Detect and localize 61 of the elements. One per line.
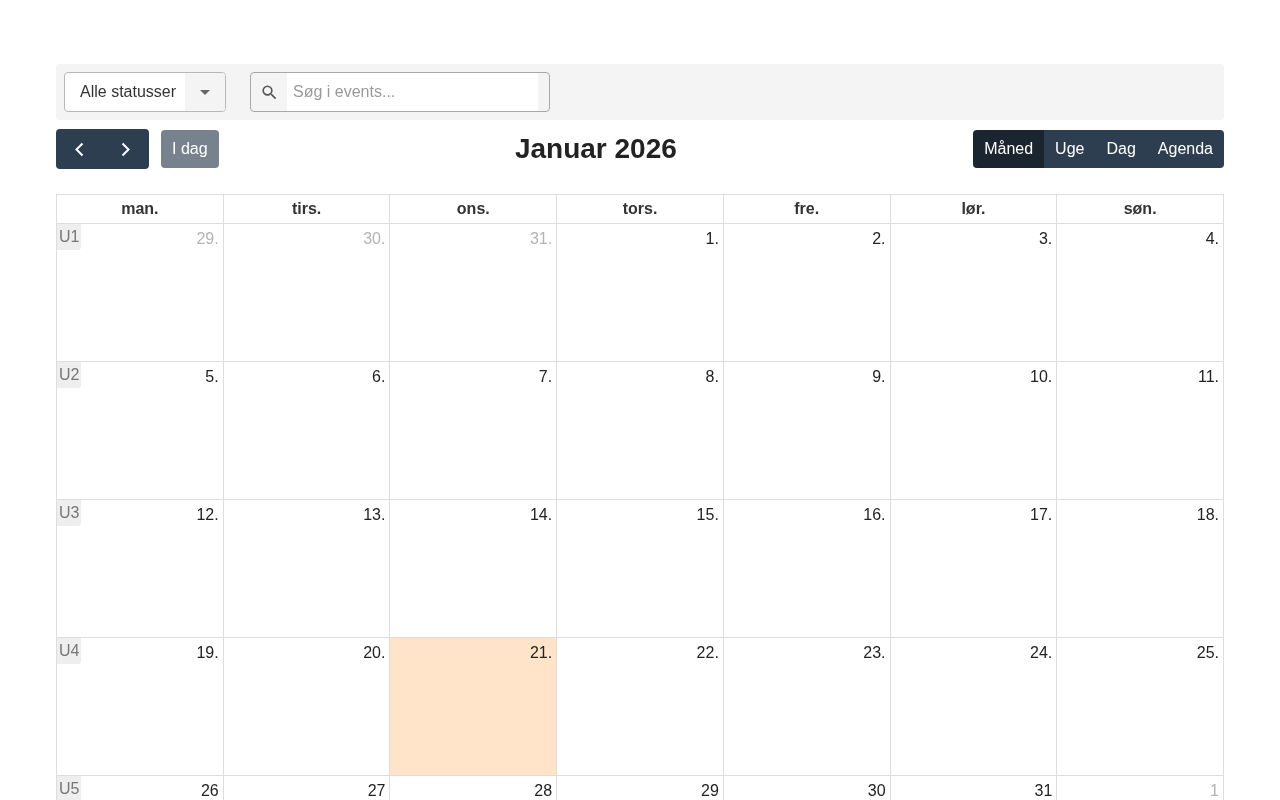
date-number: 27 — [367, 781, 387, 800]
search-field[interactable]: Søg i events... — [250, 72, 550, 112]
date-number: 5. — [205, 367, 220, 386]
date-number: 11. — [1197, 367, 1220, 386]
view-tab[interactable]: Agenda — [1146, 130, 1224, 168]
weekday-label: ons. — [456, 199, 490, 219]
view-tab[interactable]: Dag — [1095, 130, 1147, 168]
date-number: 26 — [200, 781, 220, 800]
date-number: 29 — [701, 781, 720, 800]
chevron-left-icon — [74, 141, 84, 157]
chevron-right-icon — [121, 141, 130, 157]
today-button[interactable]: I dag — [161, 130, 219, 168]
date-number: 14. — [529, 505, 554, 524]
weekday-label: man. — [121, 199, 159, 219]
date-number: 1. — [705, 229, 720, 248]
date-number: 23. — [863, 643, 887, 662]
date-number: 8. — [705, 367, 720, 386]
week-number[interactable]: U3 — [57, 500, 82, 526]
date-number: 30 — [867, 781, 887, 800]
date-number: 22. — [696, 643, 720, 662]
date-number: 17. — [1030, 505, 1054, 524]
date-number: 2. — [872, 229, 887, 248]
search-icon — [259, 82, 279, 102]
date-number: 18. — [1196, 505, 1220, 524]
date-number: 16. — [863, 505, 887, 524]
weekday-label: tors. — [622, 199, 658, 219]
date-number: 28 — [534, 781, 554, 800]
week-number[interactable]: U4 — [57, 638, 82, 664]
date-number: 9. — [872, 367, 887, 386]
date-number: 13. — [363, 505, 387, 524]
view-tab[interactable]: Uge — [1044, 130, 1096, 168]
date-number: 12. — [196, 505, 220, 524]
weekday-label: tirs. — [291, 199, 322, 219]
date-number: 1 — [1210, 781, 1220, 800]
status-select[interactable]: Alle statusser — [64, 72, 226, 112]
weekday-label: lør. — [961, 199, 986, 219]
week-number[interactable]: U2 — [57, 362, 82, 388]
date-number: 6. — [372, 367, 387, 386]
date-number: 7. — [538, 367, 554, 386]
date-number: 30. — [363, 229, 387, 248]
calendar-title: Januar 2026 — [514, 132, 677, 166]
date-number: 19. — [196, 643, 220, 662]
weekday-label: fre. — [794, 199, 820, 219]
date-number: 24. — [1030, 643, 1054, 662]
date-number: 3. — [1038, 229, 1054, 248]
view-tab[interactable]: Måned — [973, 130, 1045, 168]
caret-icon — [200, 89, 210, 95]
date-number: 31 — [1034, 781, 1054, 800]
date-number: 31. — [529, 229, 554, 248]
week-number[interactable]: U1 — [57, 224, 82, 250]
week-number[interactable]: U5 — [57, 776, 82, 800]
next-button[interactable] — [102, 129, 149, 169]
date-number: 20. — [363, 643, 387, 662]
date-number: 29. — [196, 229, 220, 248]
date-number: 25. — [1196, 643, 1220, 662]
date-number: 21. — [529, 643, 554, 662]
weekday-label: søn. — [1123, 199, 1157, 219]
date-number: 15. — [696, 505, 720, 524]
date-number: 10. — [1030, 367, 1054, 386]
date-number: 4. — [1205, 229, 1220, 248]
previous-button[interactable] — [56, 129, 102, 169]
